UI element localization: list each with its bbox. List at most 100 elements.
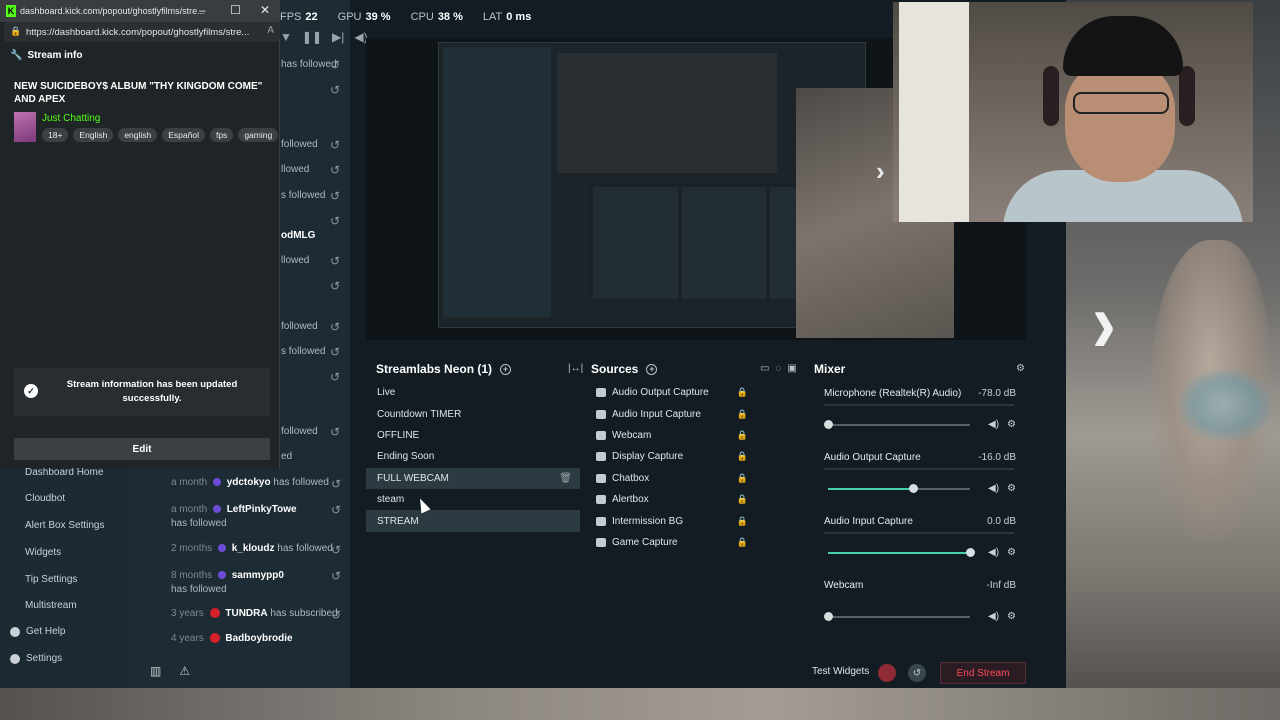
alert-icon bbox=[596, 495, 606, 505]
source-item[interactable]: Display Capture 🔒 bbox=[590, 446, 758, 467]
lock-icon[interactable]: 🔒 bbox=[737, 537, 748, 548]
stream-category[interactable]: Just Chatting bbox=[42, 113, 100, 124]
sidebar-item-get-help[interactable]: Get Help bbox=[10, 626, 65, 637]
lock-icon[interactable]: 🔒 bbox=[737, 430, 748, 441]
stats-icon[interactable]: ▥ bbox=[150, 664, 161, 678]
mute-icon[interactable]: ◀) bbox=[988, 547, 999, 558]
feed-partial: s followed bbox=[281, 190, 326, 201]
source-item[interactable]: Audio Output Capture 🔒 bbox=[590, 382, 758, 403]
lock-icon[interactable]: 🔒 bbox=[737, 473, 748, 484]
source-item[interactable]: Intermission BG 🔒 bbox=[590, 510, 758, 531]
volume-slider[interactable] bbox=[828, 616, 970, 618]
feed-partial: llowed bbox=[281, 164, 310, 175]
gear-icon[interactable]: ⚙ bbox=[1007, 611, 1016, 622]
lock-icon[interactable]: 🔒 bbox=[737, 387, 748, 398]
mixer-settings-icon[interactable]: ⚙ bbox=[1016, 363, 1025, 374]
bottom-bar: Test Widgets ↺ End Stream bbox=[350, 656, 1066, 688]
tag: fps bbox=[209, 128, 234, 142]
undo-icon[interactable]: ↺ bbox=[330, 279, 340, 293]
stream-title: NEW SUICIDEBOY$ ALBUM "THY KINGDOM COME"… bbox=[14, 81, 263, 105]
latency-stat: LAT 0 ms bbox=[482, 11, 532, 23]
replay-buffer-icon[interactable]: ↺ bbox=[908, 664, 926, 682]
add-scene-icon[interactable]: + bbox=[500, 363, 512, 375]
end-stream-button[interactable]: End Stream bbox=[940, 662, 1026, 684]
undo-icon[interactable]: ↺ bbox=[330, 425, 340, 439]
test-widgets-label[interactable]: Test Widgets bbox=[812, 666, 869, 677]
mute-icon[interactable]: ◀) bbox=[988, 419, 999, 430]
scene-item[interactable]: Ending Soon bbox=[366, 446, 580, 467]
record-button[interactable] bbox=[878, 664, 896, 682]
lock-icon[interactable]: 🔒 bbox=[737, 451, 748, 462]
undo-icon[interactable]: ↺ bbox=[330, 58, 340, 72]
skip-icon[interactable]: ▶| bbox=[332, 30, 344, 44]
volume-handle[interactable] bbox=[824, 420, 833, 429]
undo-icon[interactable]: ↺ bbox=[330, 83, 340, 97]
close-icon[interactable]: ✕ bbox=[260, 3, 270, 17]
scene-item[interactable]: OFFLINE bbox=[366, 425, 580, 446]
undo-icon[interactable]: ↺ bbox=[330, 214, 340, 228]
mute-icon[interactable]: ◀) bbox=[988, 611, 999, 622]
source-item[interactable]: Game Capture 🔒 bbox=[590, 532, 758, 553]
pause-icon[interactable]: ❚❚ bbox=[302, 30, 322, 44]
lock-icon[interactable]: 🔒 bbox=[737, 409, 748, 420]
sidebar-item-tip-settings[interactable]: Tip Settings bbox=[25, 574, 77, 585]
add-source-icon[interactable]: + bbox=[646, 363, 658, 375]
volume-handle[interactable] bbox=[824, 612, 833, 621]
category-thumbnail bbox=[14, 112, 36, 142]
undo-icon[interactable]: ↺ bbox=[331, 503, 341, 517]
source-item[interactable]: Audio Input Capture 🔒 bbox=[590, 403, 758, 424]
source-tools-icons[interactable]: ▭◌▣ bbox=[760, 363, 803, 374]
scenes-header: Streamlabs Neon (1) + bbox=[376, 362, 512, 376]
scene-item[interactable]: Live bbox=[366, 382, 580, 403]
feed-item: a month ydctokyo has followed ↺ bbox=[171, 477, 341, 491]
scene-item[interactable]: steam bbox=[366, 489, 580, 510]
sidebar-item-dashboard-home[interactable]: Dashboard Home bbox=[25, 467, 103, 478]
scene-item-hover[interactable]: FULL WEBCAM 🗑 bbox=[366, 467, 580, 489]
sidebar-item-widgets[interactable]: Widgets bbox=[25, 547, 61, 558]
maximize-icon[interactable]: ☐ bbox=[230, 3, 241, 17]
edit-button[interactable]: Edit bbox=[14, 438, 270, 460]
sources-header: Sources + bbox=[591, 362, 658, 376]
volume-slider[interactable] bbox=[828, 424, 970, 426]
gear-icon[interactable]: ⚙ bbox=[1007, 483, 1016, 494]
stream-tags: 18+ English english Español fps gaming bbox=[42, 128, 279, 142]
undo-icon[interactable]: ↺ bbox=[330, 370, 340, 384]
scene-item-active[interactable]: STREAM bbox=[366, 510, 580, 532]
undo-icon[interactable]: ↺ bbox=[330, 254, 340, 268]
source-item[interactable]: Chatbox 🔒 bbox=[590, 468, 758, 489]
reader-mode-icon[interactable]: A bbox=[267, 25, 274, 36]
undo-icon[interactable]: ↺ bbox=[330, 189, 340, 203]
scene-transitions-icon[interactable]: |↔| bbox=[568, 363, 583, 374]
sidebar-item-alert-box-settings[interactable]: Alert Box Settings bbox=[25, 520, 104, 531]
checkmark-icon: ✓ bbox=[24, 384, 38, 398]
undo-icon[interactable]: ↺ bbox=[331, 608, 341, 622]
mixer-channel: Microphone (Realtek(R) Audio) -78.0 dB ◀… bbox=[824, 388, 1016, 430]
volume-handle[interactable] bbox=[909, 484, 919, 493]
lock-icon[interactable]: 🔒 bbox=[737, 494, 748, 505]
trash-icon[interactable]: 🗑 bbox=[559, 473, 572, 484]
gear-icon[interactable]: ⚙ bbox=[1007, 547, 1016, 558]
lock-icon[interactable]: 🔒 bbox=[737, 516, 748, 527]
filter-icon[interactable]: ▼ bbox=[280, 30, 292, 44]
sidebar-item-cloudbot[interactable]: Cloudbot bbox=[25, 493, 65, 504]
undo-icon[interactable]: ↺ bbox=[331, 569, 341, 583]
undo-icon[interactable]: ↺ bbox=[330, 320, 340, 334]
sidebar-item-settings[interactable]: Settings bbox=[10, 653, 62, 664]
mute-icon[interactable]: ◀) bbox=[988, 483, 999, 494]
minimize-icon[interactable]: – bbox=[199, 3, 206, 17]
volume-handle[interactable] bbox=[966, 548, 975, 557]
scene-item[interactable]: Countdown TIMER bbox=[366, 403, 580, 424]
source-item[interactable]: Alertbox 🔒 bbox=[590, 489, 758, 510]
sidebar-item-multistream[interactable]: Multistream bbox=[25, 600, 77, 611]
kick-logo-icon: K bbox=[6, 5, 16, 17]
undo-icon[interactable]: ↺ bbox=[330, 163, 340, 177]
undo-icon[interactable]: ↺ bbox=[330, 345, 340, 359]
undo-icon[interactable]: ↺ bbox=[331, 543, 341, 557]
alert-icon[interactable]: ⚠ bbox=[179, 664, 190, 678]
source-item[interactable]: Webcam 🔒 bbox=[590, 425, 758, 446]
gear-icon[interactable]: ⚙ bbox=[1007, 419, 1016, 430]
address-bar[interactable]: 🔒 https://dashboard.kick.com/popout/ghos… bbox=[4, 22, 280, 42]
undo-icon[interactable]: ↺ bbox=[330, 138, 340, 152]
background-swimwear bbox=[1180, 370, 1270, 440]
undo-icon[interactable]: ↺ bbox=[331, 477, 341, 491]
